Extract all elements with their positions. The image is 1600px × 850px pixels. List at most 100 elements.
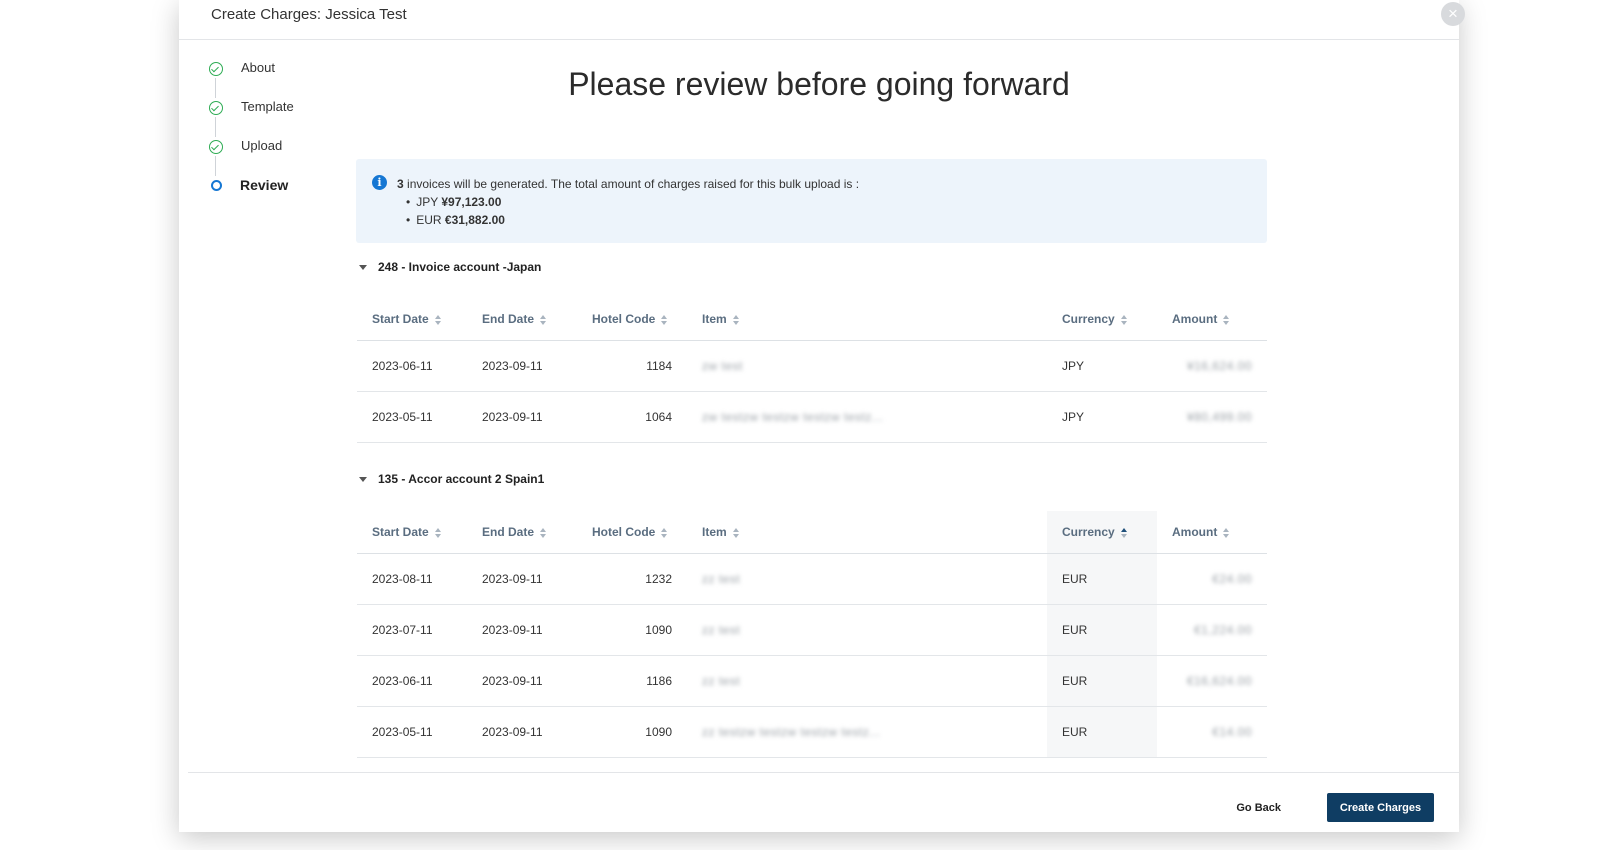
chevron-down-icon [359,476,367,482]
start-date-cell: 2023-07-11 [357,604,467,656]
step-review[interactable]: Review [209,175,349,214]
amount-cell: €24.00 [1157,553,1267,605]
item-cell: zw testzw testzw testzw testz... [687,391,1047,443]
summary-info-box: i 3 invoices will be generated. The tota… [356,159,1267,243]
item-cell: zz test [687,604,1047,656]
amount-cell: ¥16,624.00 [1157,340,1267,392]
page-title: Please review before going forward [568,66,1070,102]
amount-text: €14.00 [1212,724,1252,739]
column-label: Amount [1172,311,1218,326]
item-cell: zw test [687,340,1047,392]
modal-title: Create Charges: Jessica Test [211,6,407,23]
check-icon [209,140,223,154]
modal-header: Create Charges: Jessica Test [179,0,1459,40]
start-date-cell: 2023-06-11 [357,655,467,707]
end-date-cell: 2023-09-11 [467,391,577,443]
sort-icon [732,314,740,325]
amount-cell: ¥80,499.00 [1157,391,1267,443]
hotel-code-cell: 1232 [577,553,687,605]
start-date-cell: 2023-05-11 [357,706,467,758]
end-date-cell: 2023-09-11 [467,706,577,758]
item-cell: zz test [687,655,1047,707]
column-label: End Date [482,524,535,539]
total-item: JPY ¥97,123.00 [406,193,505,211]
table-row: 2023-05-11 2023-09-11 1090 zz testzw tes… [357,706,1267,758]
end-date-cell: 2023-09-11 [467,553,577,605]
total-item: EUR €31,882.00 [406,211,505,229]
total-currency: EUR [416,213,442,227]
item-text: zz test [702,571,741,586]
table-header-row: Start Date End Date Hotel Code Item Curr… [357,511,1267,554]
currency-cell: EUR [1047,553,1157,605]
table-row: 2023-06-11 2023-09-11 1186 zz test EUR €… [357,655,1267,707]
currency-cell: EUR [1047,604,1157,656]
item-text: zz test [702,622,741,637]
hotel-code-cell: 1064 [577,391,687,443]
column-header-start-date[interactable]: Start Date [357,298,467,341]
column-label: Hotel Code [592,311,656,326]
current-step-icon [211,180,222,191]
column-label: End Date [482,311,535,326]
group-title: 248 - Invoice account -Japan [378,260,542,274]
step-upload[interactable]: Upload [209,136,349,176]
create-charges-button[interactable]: Create Charges [1327,793,1434,822]
column-label: Hotel Code [592,524,656,539]
table-row: 2023-06-11 2023-09-11 1184 zw test JPY ¥… [357,340,1267,392]
info-icon: i [372,175,387,190]
go-back-button[interactable]: Go Back [1230,794,1287,822]
column-label: Start Date [372,311,429,326]
amount-cell: €16,624.00 [1157,655,1267,707]
column-header-amount[interactable]: Amount [1157,511,1267,554]
sort-icon [732,527,740,538]
currency-cell: EUR [1047,706,1157,758]
column-header-currency[interactable]: Currency [1047,298,1157,341]
item-cell: zz testzw testzw testzw testz... [687,706,1047,758]
item-text: zw testzw testzw testzw testz... [702,409,884,424]
charges-table-japan: Start Date End Date Hotel Code Item Curr… [357,298,1267,443]
summary-text: 3 invoices will be generated. The total … [397,175,859,193]
sort-icon [1223,314,1230,325]
amount-text: €24.00 [1212,571,1252,586]
column-header-item[interactable]: Item [687,298,1047,341]
column-header-hotel-code[interactable]: Hotel Code [577,298,687,341]
column-label: Item [702,311,727,326]
currency-cell: EUR [1047,655,1157,707]
column-header-hotel-code[interactable]: Hotel Code [577,511,687,554]
column-header-start-date[interactable]: Start Date [357,511,467,554]
item-text: zw test [702,358,743,373]
chevron-down-icon [359,264,367,270]
start-date-cell: 2023-06-11 [357,340,467,392]
group-toggle-japan[interactable]: 248 - Invoice account -Japan [357,260,541,274]
step-label: Upload [241,138,283,153]
column-header-currency[interactable]: Currency [1047,511,1157,554]
amount-text: €1,224.00 [1194,622,1252,637]
currency-cell: JPY [1047,340,1157,392]
end-date-cell: 2023-09-11 [467,655,577,707]
column-header-end-date[interactable]: End Date [467,298,577,341]
sort-icon [434,314,442,325]
sort-icon [661,527,668,538]
group-toggle-spain[interactable]: 135 - Accor account 2 Spain1 [357,472,544,486]
column-header-end-date[interactable]: End Date [467,511,577,554]
close-icon[interactable]: × [1441,2,1465,26]
column-label: Currency [1062,524,1115,539]
column-label: Currency [1062,311,1115,326]
sort-icon [434,527,442,538]
totals-list: JPY ¥97,123.00 EUR €31,882.00 [406,193,505,229]
step-label: Review [240,177,289,193]
sort-icon [1223,527,1230,538]
item-text: zz test [702,673,741,688]
charges-table-spain: Start Date End Date Hotel Code Item Curr… [357,511,1267,758]
amount-text: ¥80,499.00 [1186,409,1252,424]
table-header-row: Start Date End Date Hotel Code Item Curr… [357,298,1267,341]
column-header-amount[interactable]: Amount [1157,298,1267,341]
amount-text: €16,624.00 [1186,673,1252,688]
invoice-count: 3 [397,177,404,191]
sort-icon [540,527,547,538]
table-row: 2023-08-11 2023-09-11 1232 zz test EUR €… [357,553,1267,605]
sort-ascending-icon [1120,527,1128,538]
step-connector [215,156,216,176]
sort-icon [1120,314,1128,325]
group-title: 135 - Accor account 2 Spain1 [378,472,545,486]
column-header-item[interactable]: Item [687,511,1047,554]
